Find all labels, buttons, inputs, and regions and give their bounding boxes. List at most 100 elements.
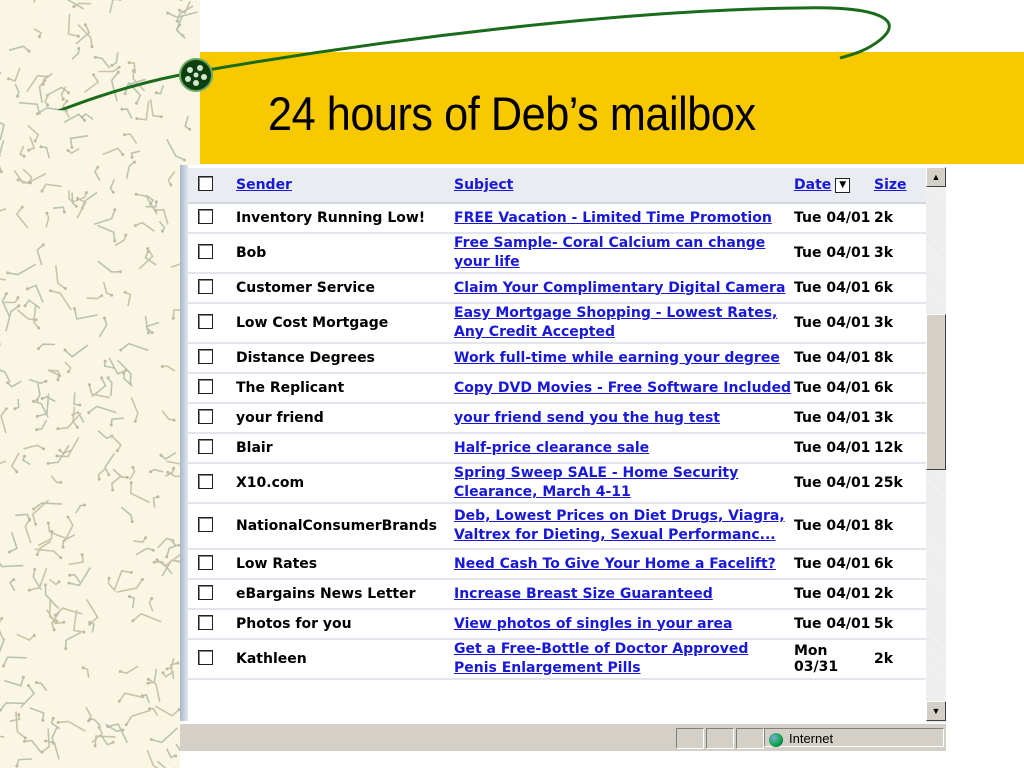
table-row[interactable]: NationalConsumerBrands Deb, Lowest Prices… (188, 503, 926, 550)
size-cell: 3k (874, 245, 894, 261)
row-checkbox[interactable] (198, 438, 213, 454)
sender-cell: NationalConsumerBrands (236, 518, 437, 534)
scroll-thumb[interactable] (926, 314, 946, 470)
subject-link[interactable]: View photos of singles in your area (454, 615, 794, 634)
scroll-down-icon[interactable]: ▼ (926, 701, 946, 721)
sender-cell: Distance Degrees (236, 350, 375, 366)
window-bottom (180, 751, 946, 768)
size-cell: 12k (874, 440, 903, 456)
subject-link[interactable]: Deb, Lowest Prices on Diet Drugs, Viagra… (454, 507, 794, 545)
window-left-border (180, 165, 188, 721)
subject-link[interactable]: FREE Vacation - Limited Time Promotion (454, 209, 794, 228)
size-cell: 3k (874, 315, 894, 331)
row-checkbox[interactable] (198, 243, 213, 259)
table-row[interactable]: The Replicant Copy DVD Movies - Free Soft… (188, 373, 926, 404)
subject-link[interactable]: Free Sample- Coral Calcium can change yo… (454, 234, 794, 272)
status-panel (676, 728, 704, 749)
sender-cell: Customer Service (236, 280, 375, 296)
table-row[interactable]: Bob Free Sample- Coral Calcium can change… (188, 233, 926, 274)
row-checkbox[interactable] (198, 554, 213, 570)
row-checkbox[interactable] (198, 516, 213, 532)
size-cell: 3k (874, 410, 894, 426)
row-checkbox[interactable] (198, 378, 213, 394)
subject-column-header[interactable]: Subject (454, 177, 513, 193)
row-checkbox[interactable] (198, 348, 213, 364)
table-row[interactable]: Distance Degrees Work full-time while ear… (188, 343, 926, 374)
date-column-header[interactable]: Date (794, 177, 831, 193)
date-cell: Tue 04/01 (794, 616, 871, 632)
sender-cell: X10.com (236, 475, 305, 491)
status-panel (736, 728, 764, 749)
date-cell: Tue 04/01 (794, 440, 871, 456)
subject-link[interactable]: Increase Breast Size Guaranteed (454, 585, 794, 604)
row-checkbox[interactable] (198, 584, 213, 600)
row-checkbox[interactable] (198, 313, 213, 329)
date-cell: Tue 04/01 (794, 586, 871, 602)
size-cell: 25k (874, 475, 903, 491)
table-row[interactable]: Blair Half-price clearance sale Tue 04/01 1… (188, 433, 926, 464)
subject-link[interactable]: Get a Free-Bottle of Doctor Approved Pen… (454, 640, 794, 678)
row-checkbox[interactable] (198, 649, 213, 665)
table-row[interactable]: X10.com Spring Sweep SALE - Home Security… (188, 463, 926, 504)
sender-cell: Low Rates (236, 556, 318, 572)
sender-cell: Low Cost Mortgage (236, 315, 389, 331)
vertical-scrollbar[interactable]: ▲ ▼ (926, 167, 946, 723)
size-column-header[interactable]: Size (874, 177, 907, 193)
subject-link[interactable]: Need Cash To Give Your Home a Facelift? (454, 555, 794, 574)
subject-link[interactable]: Work full-time while earning your degree (454, 349, 794, 368)
subject-link[interactable]: Easy Mortgage Shopping - Lowest Rates, A… (454, 304, 794, 342)
zone-label: Internet (789, 731, 834, 746)
subject-link[interactable]: Half-price clearance sale (454, 439, 794, 458)
table-row[interactable]: Low Cost Mortgage Easy Mortgage Shopping … (188, 303, 926, 344)
table-row[interactable]: Inventory Running Low! FREE Vacation - Li… (188, 203, 926, 234)
date-cell: Tue 04/01 (794, 410, 871, 426)
node-icon (179, 58, 213, 92)
size-cell: 5k (874, 616, 894, 632)
date-cell: Tue 04/01 (794, 380, 871, 396)
slide-title: 24 hours of Deb’s mailbox (268, 87, 756, 140)
sender-cell: Kathleen (236, 651, 307, 667)
size-cell: 2k (874, 651, 894, 667)
status-panel (706, 728, 734, 749)
date-cell: Tue 04/01 (794, 518, 871, 534)
date-cell: Mon 03/31 (794, 643, 839, 675)
size-cell: 6k (874, 380, 894, 396)
scroll-up-icon[interactable]: ▲ (926, 167, 946, 187)
date-cell: Tue 04/01 (794, 556, 871, 572)
date-cell: Tue 04/01 (794, 315, 871, 331)
sender-cell: Bob (236, 245, 267, 261)
table-row[interactable]: Photos for you View photos of singles in … (188, 609, 926, 640)
row-checkbox[interactable] (198, 614, 213, 630)
sort-down-icon[interactable]: ▼ (835, 177, 851, 193)
mail-table: Sender Subject Date ▼ Size Inventory Runn… (188, 168, 926, 680)
security-zone: Internet (764, 728, 944, 747)
subject-link[interactable]: Claim Your Complimentary Digital Camera (454, 279, 794, 298)
sender-column-header[interactable]: Sender (236, 177, 292, 193)
row-checkbox[interactable] (198, 473, 213, 489)
decorative-pattern (0, 0, 200, 768)
size-cell: 2k (874, 210, 894, 226)
size-cell: 8k (874, 518, 894, 534)
subject-link[interactable]: your friend send you the hug test (454, 409, 794, 428)
row-checkbox[interactable] (198, 278, 213, 294)
sender-cell: eBargains News Letter (236, 586, 416, 602)
row-checkbox[interactable] (198, 208, 213, 224)
size-cell: 6k (874, 280, 894, 296)
date-cell: Tue 04/01 (794, 245, 871, 261)
table-header: Sender Subject Date ▼ Size (188, 168, 926, 204)
table-row[interactable]: Kathleen Get a Free-Bottle of Doctor Appr… (188, 639, 926, 680)
subject-link[interactable]: Spring Sweep SALE - Home Security Cleara… (454, 464, 794, 502)
size-cell: 2k (874, 586, 894, 602)
date-cell: Tue 04/01 (794, 280, 871, 296)
date-cell: Tue 04/01 (794, 350, 871, 366)
row-checkbox[interactable] (198, 408, 213, 424)
size-cell: 6k (874, 556, 894, 572)
select-all-checkbox[interactable] (198, 175, 213, 191)
date-cell: Tue 04/01 (794, 475, 871, 491)
table-row[interactable]: your friend your friend send you the hug … (188, 403, 926, 434)
table-row[interactable]: eBargains News Letter Increase Breast Siz… (188, 579, 926, 610)
subject-link[interactable]: Copy DVD Movies - Free Software Included (454, 379, 794, 398)
table-row[interactable]: Low Rates Need Cash To Give Your Home a F… (188, 549, 926, 580)
status-bar: Internet (180, 723, 946, 752)
table-row[interactable]: Customer Service Claim Your Complimentary… (188, 273, 926, 304)
